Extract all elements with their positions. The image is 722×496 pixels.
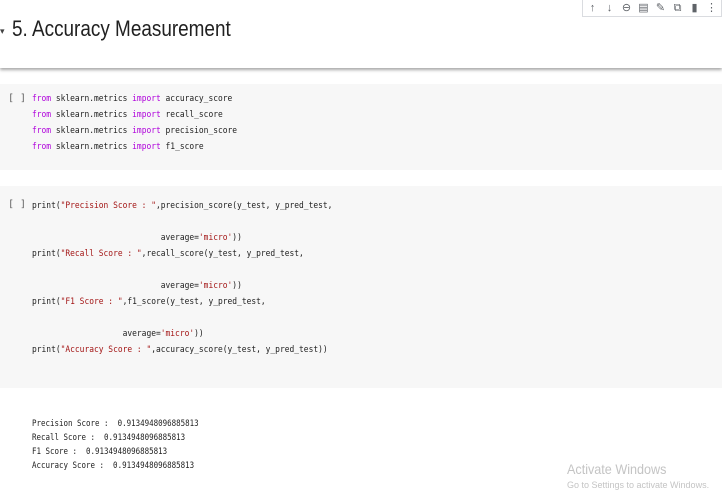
watermark-title: Activate Windows bbox=[567, 461, 667, 477]
code-line: print("Recall Score : ",recall_score(y_t… bbox=[32, 249, 304, 259]
section-title: 5. Accuracy Measurement bbox=[12, 16, 231, 41]
output-line: Accuracy Score : 0.9134948096885813 bbox=[32, 461, 195, 471]
code-editor[interactable]: from sklearn.metrics import accuracy_sco… bbox=[32, 91, 237, 155]
code-line: from sklearn.metrics import precision_sc… bbox=[32, 126, 238, 136]
edit-icon[interactable]: ✎ bbox=[655, 1, 666, 15]
arrow-up-icon[interactable]: ↑ bbox=[587, 1, 598, 15]
cell-output: Precision Score : 0.9134948096885813 Reca… bbox=[32, 417, 199, 473]
text-cell-heading[interactable]: ▾ 5. Accuracy Measurement ↑ ↓ ⊖ ▤ ✎ ⧉ ▮ … bbox=[0, 0, 722, 68]
code-line: print("Accuracy Score : ",accuracy_score… bbox=[32, 345, 328, 355]
code-line: from sklearn.metrics import f1_score bbox=[32, 142, 204, 152]
watermark-subtitle: Go to Settings to activate Windows. bbox=[567, 480, 710, 490]
cell-toolbar: ↑ ↓ ⊖ ▤ ✎ ⧉ ▮ ⋮ bbox=[582, 0, 722, 17]
code-line: average='micro')) bbox=[122, 329, 204, 339]
code-editor[interactable]: print("Precision Score : ",precision_sco… bbox=[32, 198, 332, 358]
mirror-cell-icon[interactable]: ⧉ bbox=[672, 1, 683, 15]
code-line: print("F1 Score : ",f1_score(y_test, y_p… bbox=[32, 297, 266, 307]
collapse-section-icon[interactable]: ▾ bbox=[0, 24, 10, 38]
run-cell-button[interactable]: [ ] bbox=[8, 199, 26, 210]
activate-windows-watermark: Activate Windows Go to Settings to activ… bbox=[567, 460, 709, 492]
arrow-down-icon[interactable]: ↓ bbox=[604, 1, 615, 15]
code-line: from sklearn.metrics import accuracy_sco… bbox=[32, 94, 233, 104]
output-line: Recall Score : 0.9134948096885813 bbox=[32, 433, 186, 443]
code-line: average='micro')) bbox=[160, 233, 242, 243]
code-line: average='micro')) bbox=[160, 281, 242, 291]
more-icon[interactable]: ⋮ bbox=[706, 1, 717, 15]
output-line: F1 Score : 0.9134948096885813 bbox=[32, 447, 168, 457]
comment-icon[interactable]: ▤ bbox=[638, 1, 649, 15]
run-cell-button[interactable]: [ ] bbox=[8, 93, 26, 104]
code-line: print("Precision Score : ",precision_sco… bbox=[32, 201, 333, 211]
code-line: from sklearn.metrics import recall_score bbox=[32, 110, 223, 120]
delete-icon[interactable]: ▮ bbox=[689, 1, 700, 15]
output-line: Precision Score : 0.9134948096885813 bbox=[32, 419, 199, 429]
link-icon[interactable]: ⊖ bbox=[621, 1, 632, 15]
code-cell-imports[interactable]: [ ] from sklearn.metrics import accuracy… bbox=[0, 84, 722, 170]
code-cell-scores[interactable]: [ ] print("Precision Score : ",precision… bbox=[0, 186, 722, 388]
